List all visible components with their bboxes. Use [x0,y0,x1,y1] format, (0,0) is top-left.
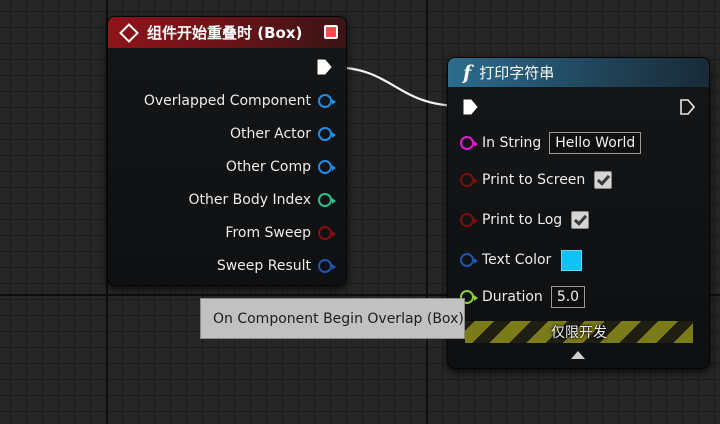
print-string-node[interactable]: f 打印字符串 In String Hello World Print to S… [447,57,710,369]
development-only-banner: 仅限开发 [465,321,693,343]
event-node-begin-overlap[interactable]: 组件开始重叠时 (Box) Overlapped Component Other… [107,16,347,286]
pin-row-other-actor[interactable]: Other Actor [229,123,336,145]
pin-row-text-color[interactable]: Text Color [460,249,583,271]
object-pin-icon[interactable] [318,94,336,108]
pin-label: Duration [482,289,543,305]
object-pin-icon[interactable] [318,160,336,174]
exec-output-pin[interactable] [679,99,695,115]
event-diamond-icon [119,22,139,43]
print-node-header[interactable]: f 打印字符串 [448,58,709,87]
boolean-pin-icon[interactable] [318,226,336,240]
struct-pin-icon[interactable] [318,259,336,273]
node-tooltip: On Component Begin Overlap (Box) [200,298,465,339]
event-node-title: 组件开始重叠时 (Box) [147,24,303,42]
in-string-input[interactable]: Hello World [549,132,642,154]
tooltip-text: On Component Begin Overlap (Box) [213,310,464,327]
pin-row-print-to-screen[interactable]: Print to Screen [460,169,613,191]
pin-label: Print to Screen [482,172,586,188]
pin-label: Other Body Index [188,192,311,208]
duration-input[interactable]: 5.0 [550,286,586,308]
pin-row-sweep-result[interactable]: Sweep Result [216,255,336,277]
delegate-output-icon[interactable] [324,25,338,39]
print-to-screen-checkbox[interactable] [594,171,613,189]
integer-pin-icon[interactable] [318,193,336,207]
pin-row-print-to-log[interactable]: Print to Log [460,209,590,231]
pin-label: Print to Log [482,212,563,228]
function-f-icon: f [463,61,472,84]
boolean-pin-icon[interactable] [460,173,478,187]
pin-row-from-sweep[interactable]: From Sweep [225,222,336,244]
pin-label: Other Actor [229,126,311,142]
object-pin-icon[interactable] [318,127,336,141]
pin-label: From Sweep [225,225,311,241]
event-node-header[interactable]: 组件开始重叠时 (Box) [108,17,346,48]
expand-advanced-arrow-icon[interactable] [571,351,585,359]
exec-input-pin[interactable] [462,99,478,115]
pin-label: Text Color [482,252,552,268]
pin-label: Overlapped Component [143,93,311,109]
print-node-title: 打印字符串 [479,64,555,82]
pin-row-other-body-index[interactable]: Other Body Index [188,189,336,211]
print-to-log-checkbox[interactable] [571,211,590,229]
pin-row-other-comp[interactable]: Other Comp [225,156,336,178]
pin-row-overlapped-component[interactable]: Overlapped Component [143,90,336,112]
pin-label: Sweep Result [216,258,311,274]
pin-label: Other Comp [225,159,311,175]
boolean-pin-icon[interactable] [460,213,478,227]
pin-row-in-string[interactable]: In String Hello World [460,132,642,154]
exec-output-pin[interactable] [316,59,332,75]
string-pin-icon[interactable] [460,136,478,150]
text-color-swatch[interactable] [561,249,583,271]
development-only-label: 仅限开发 [551,325,607,341]
pin-row-duration[interactable]: Duration 5.0 [460,286,586,308]
color-pin-icon[interactable] [460,253,478,267]
pin-label: In String [482,135,542,151]
